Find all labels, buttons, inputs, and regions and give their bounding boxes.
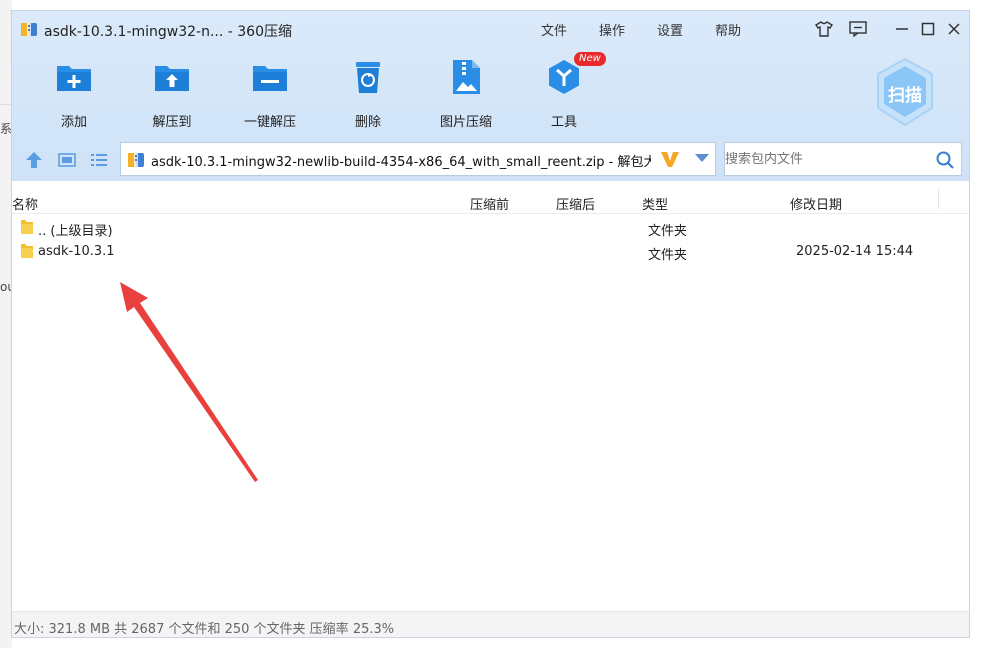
extract-to-icon [155, 66, 189, 91]
row-type: 文件夹 [648, 224, 688, 239]
thumbnail-view-icon[interactable] [57, 151, 77, 169]
file-list-header: 名称 压缩前 压缩后 类型 修改日期 [12, 189, 969, 214]
table-row[interactable]: .. (上级目录) 文件夹 [12, 215, 969, 239]
row-modified: 2025-02-14 15:44 [796, 244, 914, 259]
column-size-before[interactable]: 压缩前 [470, 194, 509, 213]
scan-button[interactable]: 扫描 [874, 57, 936, 127]
add-icon [57, 66, 91, 91]
row-name: asdk-10.3.1 [38, 244, 115, 259]
column-size-after[interactable]: 压缩后 [556, 194, 595, 213]
add-button[interactable]: 添加 [34, 57, 114, 130]
column-type[interactable]: 类型 [642, 194, 668, 213]
search-icon[interactable] [935, 150, 955, 170]
address-dropdown-icon[interactable] [695, 154, 709, 162]
archive-app-icon [21, 23, 37, 36]
address-bar[interactable]: asdk-10.3.1-mingw32-newlib-build-4354-x8… [120, 142, 716, 176]
extract-to-button[interactable]: 解压到 [132, 57, 212, 130]
menu-file[interactable]: 文件 [541, 20, 567, 39]
tools-label: 工具 [550, 115, 577, 130]
image-compress-label: 图片压缩 [439, 115, 492, 130]
feedback-icon[interactable] [848, 19, 868, 39]
one-click-extract-icon [253, 66, 287, 91]
top-toolbar-area: asdk-10.3.1-mingw32-n... - 360压缩 文件 操作 设… [12, 11, 969, 181]
verified-v-icon [661, 152, 679, 167]
delete-label: 删除 [354, 115, 381, 130]
new-badge: New [574, 52, 606, 66]
folder-icon [21, 220, 33, 234]
folder-icon [21, 244, 33, 258]
image-compress-icon [453, 60, 480, 94]
window-title: asdk-10.3.1-mingw32-n... - 360压缩 [44, 24, 293, 40]
delete-button[interactable]: 删除 [328, 57, 408, 130]
minimize-icon[interactable] [892, 19, 912, 39]
tools-button[interactable]: New 工具 [524, 52, 606, 130]
close-icon[interactable] [944, 19, 964, 39]
up-arrow-icon[interactable] [24, 151, 44, 169]
app-window: asdk-10.3.1-mingw32-n... - 360压缩 文件 操作 设… [11, 10, 970, 638]
zip-file-icon [128, 153, 144, 167]
search-box[interactable] [724, 142, 962, 176]
delete-icon [356, 62, 380, 93]
status-text: 大小: 321.8 MB 共 2687 个文件和 250 个文件夹 压缩率 25… [14, 622, 395, 637]
table-row[interactable]: asdk-10.3.1 文件夹 2025-02-14 15:44 [12, 239, 969, 263]
title-bar[interactable]: asdk-10.3.1-mingw32-n... - 360压缩 文件 操作 设… [12, 11, 969, 47]
row-name: .. (上级目录) [38, 224, 113, 239]
image-compress-button[interactable]: 图片压缩 [426, 57, 506, 130]
menu-help[interactable]: 帮助 [715, 20, 741, 39]
scan-label: 扫描 [888, 86, 922, 106]
maximize-icon[interactable] [918, 19, 938, 39]
one-click-extract-button[interactable]: 一键解压 [230, 57, 310, 130]
search-input[interactable] [725, 152, 925, 167]
list-view-icon[interactable] [89, 151, 109, 169]
menu-operation[interactable]: 操作 [599, 20, 625, 39]
column-name[interactable]: 名称 [12, 194, 38, 213]
row-type: 文件夹 [648, 248, 688, 263]
menu-settings[interactable]: 设置 [657, 20, 683, 39]
extract-to-label: 解压到 [152, 115, 192, 130]
archive-path: asdk-10.3.1-mingw32-newlib-build-4354-x8… [151, 155, 651, 170]
column-separator [938, 189, 939, 209]
skin-shirt-icon[interactable] [814, 19, 834, 39]
column-modified[interactable]: 修改日期 [790, 194, 842, 213]
one-click-extract-label: 一键解压 [243, 115, 296, 130]
add-label: 添加 [60, 115, 87, 130]
status-bar: 大小: 321.8 MB 共 2687 个文件和 250 个文件夹 压缩率 25… [12, 611, 969, 637]
